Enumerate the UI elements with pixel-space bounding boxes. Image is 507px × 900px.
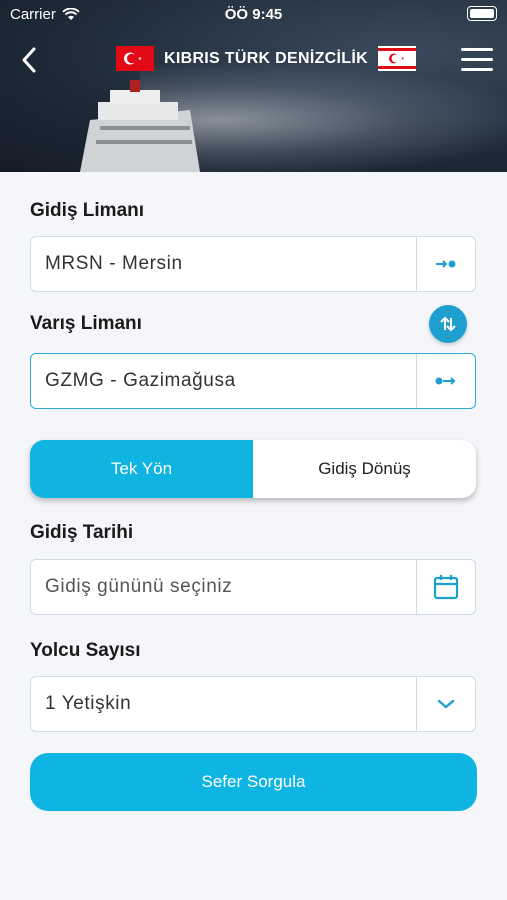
battery-icon (467, 6, 497, 21)
calendar-icon (433, 575, 459, 600)
one-way-option[interactable]: Tek Yön (30, 440, 253, 498)
app-title: KIBRIS TÜRK DENİZCİLİK (164, 49, 368, 67)
departure-field[interactable]: MRSN - Mersin (30, 236, 476, 292)
arrival-port-icon (435, 377, 456, 385)
arrival-value: GZMG - Gazimağusa (45, 370, 236, 391)
passenger-value: 1 Yetişkin (45, 693, 132, 714)
turkey-flag-icon (116, 46, 154, 71)
clock: ÖÖ 9:45 (224, 6, 283, 23)
departure-port-button[interactable] (416, 237, 475, 291)
chevron-down-icon (437, 699, 455, 709)
departure-value: MRSN - Mersin (45, 253, 183, 274)
departure-label: Gidiş Limanı (30, 200, 145, 221)
back-icon[interactable] (18, 46, 42, 74)
trnc-flag-icon (377, 46, 416, 71)
swap-icon (440, 316, 456, 332)
nav-bar: KIBRIS TÜRK DENİZCİLİK (0, 40, 507, 80)
date-field[interactable]: Gidiş gününü seçiniz (30, 559, 476, 615)
passenger-dropdown-button[interactable] (416, 677, 475, 731)
calendar-button[interactable] (416, 560, 475, 614)
date-placeholder: Gidiş gününü seçiniz (45, 576, 233, 597)
departure-port-icon (436, 260, 456, 268)
arrival-label: Varış Limanı (30, 313, 142, 334)
passenger-label: Yolcu Sayısı (30, 640, 141, 661)
round-trip-option[interactable]: Gidiş Dönüş (253, 440, 476, 498)
ship-image (80, 80, 200, 172)
search-voyage-button[interactable]: Sefer Sorgula (30, 753, 477, 811)
menu-icon[interactable] (461, 48, 493, 72)
trip-type-toggle: Tek Yön Gidiş Dönüş (30, 440, 476, 498)
brand: KIBRIS TÜRK DENİZCİLİK (116, 46, 416, 71)
status-bar: Carrier ÖÖ 9:45 (0, 0, 507, 28)
arrival-port-button[interactable] (416, 354, 475, 408)
swap-ports-button[interactable] (429, 305, 467, 343)
passenger-field[interactable]: 1 Yetişkin (30, 676, 476, 732)
arrival-field[interactable]: GZMG - Gazimağusa (30, 353, 476, 409)
date-label: Gidiş Tarihi (30, 522, 134, 543)
